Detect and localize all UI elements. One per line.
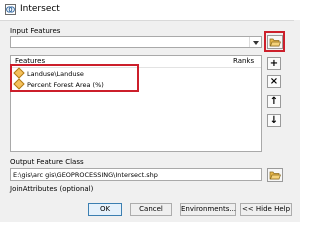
feature-layer-icon: [13, 67, 25, 79]
join-attributes-label: JoinAttributes (optional): [10, 185, 94, 193]
hide-help-button[interactable]: << Hide Help: [240, 203, 292, 216]
list-item-label: Percent Forest Area (%): [27, 81, 104, 89]
move-down-button[interactable]: ↓: [267, 114, 281, 127]
intersect-dialog: Intersect Input Features Features Ranks …: [0, 0, 300, 222]
environments-button[interactable]: Environments...: [180, 203, 236, 216]
open-folder-icon: [269, 38, 282, 47]
output-feature-class-label: Output Feature Class: [10, 158, 84, 166]
input-features-list[interactable]: Features Ranks Landuse\Landuse Percent F…: [10, 55, 262, 152]
input-features-dropdown[interactable]: [10, 36, 262, 48]
output-feature-class-input[interactable]: E:\gis\arc gis\GEOPROCESSING\Intersect.s…: [10, 168, 262, 181]
chevron-down-icon[interactable]: [249, 37, 261, 47]
ranks-column-header: Ranks: [233, 57, 255, 65]
plus-icon: +: [269, 58, 279, 69]
list-header: Features Ranks: [11, 56, 261, 68]
open-folder-icon: [269, 171, 282, 180]
dialog-scrollbar[interactable]: [294, 20, 300, 202]
browse-output-button[interactable]: [267, 168, 283, 182]
arrow-down-icon: ↓: [269, 115, 279, 126]
list-item-label: Landuse\Landuse: [27, 70, 84, 78]
feature-layer-icon: [13, 78, 25, 90]
features-column-header: Features: [15, 57, 46, 65]
remove-row-button[interactable]: ×: [267, 75, 281, 88]
move-up-button[interactable]: ↑: [267, 95, 281, 108]
ok-button[interactable]: OK: [88, 203, 122, 216]
arrow-up-icon: ↑: [269, 96, 279, 107]
input-features-label: Input Features: [10, 27, 61, 35]
list-item[interactable]: Landuse\Landuse: [13, 67, 84, 79]
window-title: Intersect: [20, 4, 60, 14]
close-icon: ×: [269, 76, 279, 87]
toolbox-tool-icon: [5, 4, 16, 15]
title-bar: Intersect: [0, 0, 300, 21]
list-item[interactable]: Percent Forest Area (%): [13, 78, 104, 90]
cancel-button[interactable]: Cancel: [130, 203, 172, 216]
browse-input-button[interactable]: [267, 35, 283, 49]
output-feature-class-value: E:\gis\arc gis\GEOPROCESSING\Intersect.s…: [13, 171, 158, 179]
add-row-button[interactable]: +: [267, 57, 281, 70]
